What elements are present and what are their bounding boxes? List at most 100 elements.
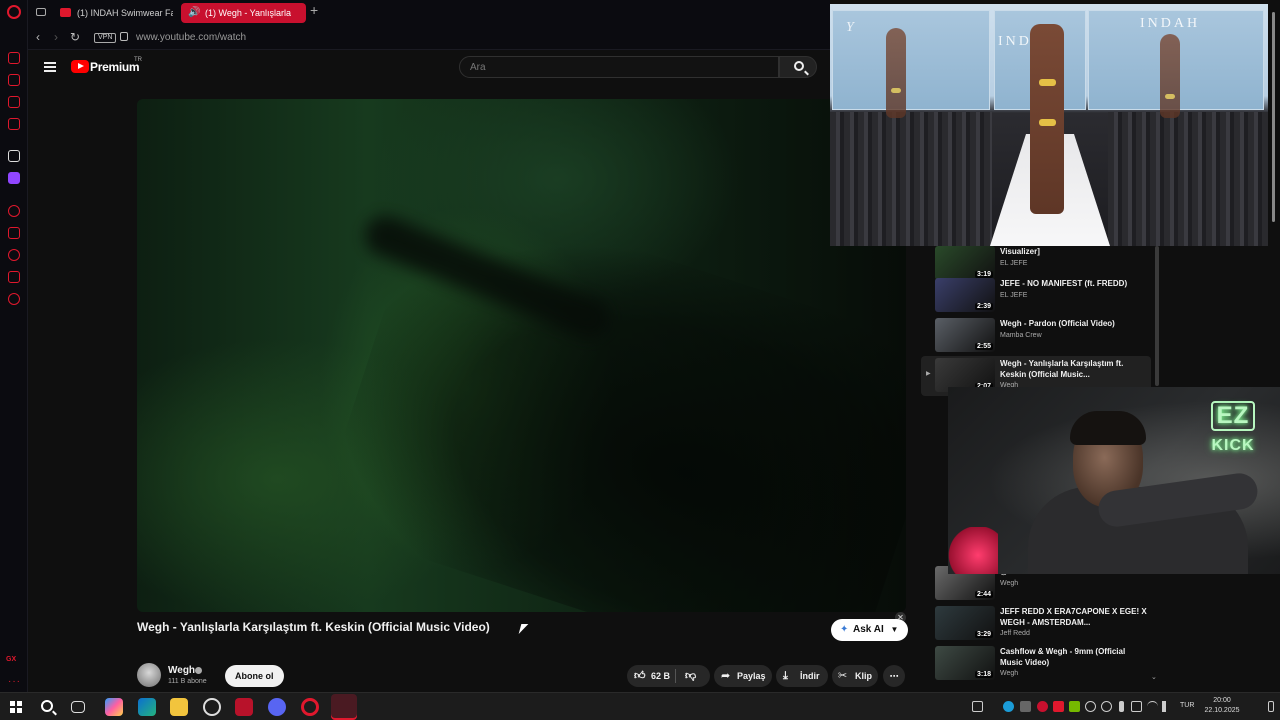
now-playing-icon: ▶ xyxy=(926,371,931,377)
recommendation-item[interactable]: 2:55 Wegh - Pardon (Official Video) Mamba … xyxy=(935,318,1155,358)
search-button[interactable] xyxy=(779,56,817,78)
recommendation-title[interactable]: JEFF REDD X ERA7CAPONE X EGE! X WEGH - A… xyxy=(1000,606,1150,628)
share-button[interactable]: ➦ Paylaş xyxy=(714,665,772,687)
channel-name[interactable]: Wegh xyxy=(168,665,195,676)
recommendation-title[interactable]: Wegh - Yanlışlarla Karşılaştım ft. Keski… xyxy=(1000,358,1150,380)
extensions-icon[interactable] xyxy=(8,271,20,283)
recommendation-thumbnail[interactable]: 2:39 xyxy=(935,278,995,312)
voicemod-icon[interactable] xyxy=(235,698,253,716)
forward-icon[interactable]: › xyxy=(54,30,58,44)
recommendation-title[interactable]: Wegh - Pardon (Official Video) xyxy=(1000,318,1150,329)
notification-icon[interactable] xyxy=(1268,701,1274,712)
task-view-icon[interactable] xyxy=(71,701,85,713)
audience-left xyxy=(830,112,992,246)
tab-indah-swimwear[interactable]: (1) INDAH Swimwear Fashi xyxy=(53,3,173,23)
recommendation-title[interactable]: JEFE - NO MANIFEST (ft. FREDD) xyxy=(1000,278,1150,289)
history-icon[interactable] xyxy=(8,249,20,261)
nvidia-icon[interactable] xyxy=(1069,701,1080,712)
video-player[interactable] xyxy=(137,99,906,612)
ask-ai-label: Ask AI xyxy=(853,624,884,635)
gx-corner-icon[interactable] xyxy=(8,96,20,108)
page-scrollbar[interactable] xyxy=(1272,12,1275,222)
windows-taskbar: TUR 20:00 22.10.2025 xyxy=(0,692,1280,720)
tab-wegh-video[interactable]: 🔊 (1) Wegh - Yanlışlarla xyxy=(181,3,306,23)
recommendation-channel[interactable]: Wegh xyxy=(1000,670,1018,677)
recommendations-scrollbar[interactable] xyxy=(1155,246,1159,386)
recommendation-thumbnail[interactable]: 3:19 xyxy=(935,246,995,280)
player-icon[interactable] xyxy=(8,205,20,217)
taskbar-search-icon[interactable] xyxy=(41,700,53,712)
opera-icon[interactable] xyxy=(301,698,319,716)
runway-video-overlay[interactable]: Y INDAH INDAH xyxy=(830,4,1268,246)
network-icon[interactable] xyxy=(1147,701,1158,712)
system-clock[interactable]: 20:00 22.10.2025 xyxy=(1196,696,1248,716)
youtube-logo-icon[interactable] xyxy=(71,60,89,73)
reload-icon[interactable]: ↻ xyxy=(70,30,80,44)
edge-icon[interactable] xyxy=(138,698,156,716)
recommendation-channel[interactable]: EL JEFE xyxy=(1000,292,1027,299)
vpn-badge[interactable]: VPN xyxy=(94,33,117,43)
app-icon[interactable] xyxy=(203,698,221,716)
channel-avatar[interactable] xyxy=(137,663,161,687)
clip-button[interactable]: ✂ Klip xyxy=(832,665,878,687)
recommendation-thumbnail[interactable]: 3:29 xyxy=(935,606,995,640)
discord-icon[interactable] xyxy=(268,698,286,716)
opera-logo-icon[interactable] xyxy=(7,5,21,19)
tray-app-icon[interactable] xyxy=(1037,701,1048,712)
tray-app-icon[interactable] xyxy=(1131,701,1142,712)
back-icon[interactable]: ‹ xyxy=(36,30,40,44)
tray-app-icon[interactable] xyxy=(1053,701,1064,712)
like-count[interactable]: 62 B xyxy=(651,665,670,687)
new-tab-button[interactable]: + xyxy=(310,2,318,18)
menu-icon[interactable] xyxy=(44,62,56,72)
windows-start-icon[interactable] xyxy=(10,701,22,713)
recommendation-item[interactable]: 2:39 JEFE - NO MANIFEST (ft. FREDD) EL JEF… xyxy=(935,278,1155,318)
opera-gx-icon[interactable] xyxy=(331,694,357,720)
clip-label: Klip xyxy=(855,671,872,681)
recommendation-thumbnail[interactable]: 2:55 xyxy=(935,318,995,352)
subscriber-count: 111 B abone xyxy=(168,678,207,685)
more-actions-button[interactable]: ⋯ xyxy=(883,665,905,687)
keyboard-icon[interactable] xyxy=(972,701,983,712)
language-indicator[interactable]: TUR xyxy=(1180,702,1194,709)
news-icon[interactable] xyxy=(8,118,20,130)
url-field[interactable]: www.youtube.com/watch xyxy=(136,32,246,43)
recommendation-item[interactable]: 3:18 Cashflow & Wegh - 9mm (Official Musi… xyxy=(935,646,1155,686)
tab-overview-icon[interactable] xyxy=(36,8,46,16)
volume-icon[interactable] xyxy=(1162,701,1173,712)
recommendation-channel[interactable]: EL JEFE xyxy=(1000,260,1027,267)
twitch-icon[interactable] xyxy=(8,172,20,184)
gx-control-icon[interactable] xyxy=(8,52,20,64)
subscribe-button[interactable]: Abone ol xyxy=(225,665,284,687)
more-options-icon[interactable]: ··· xyxy=(8,676,21,687)
recommendation-thumbnail[interactable]: 3:18 xyxy=(935,646,995,680)
pinboard-icon[interactable] xyxy=(8,227,20,239)
youtube-brand[interactable]: Premium xyxy=(90,60,140,74)
recommendation-item[interactable]: 3:29 JEFF REDD X ERA7CAPONE X EGE! X WEGH… xyxy=(935,606,1155,646)
download-button[interactable]: ⤓ İndir xyxy=(776,665,828,687)
recommendation-title[interactable]: Visualizer] xyxy=(1000,246,1150,257)
file-explorer-icon[interactable] xyxy=(170,698,188,716)
gx-cleaner-icon[interactable] xyxy=(8,74,20,86)
ask-ai-button[interactable]: ✦ Ask AI ▼ xyxy=(831,619,909,641)
chevron-down-icon[interactable]: ⌄ xyxy=(1151,673,1157,681)
tray-app-icon[interactable] xyxy=(1101,701,1112,712)
recommendation-channel[interactable]: Wegh xyxy=(1000,580,1018,587)
settings-gear-icon[interactable] xyxy=(8,293,20,305)
dislike-button[interactable]: 👎︎ xyxy=(685,665,696,687)
aria-icon[interactable] xyxy=(8,150,20,162)
tray-app-icon[interactable] xyxy=(1085,701,1096,712)
swimwear-bottom xyxy=(1165,94,1175,99)
microphone-icon[interactable] xyxy=(1119,701,1124,712)
lock-icon[interactable] xyxy=(120,32,128,41)
copilot-icon[interactable] xyxy=(105,698,123,716)
recommendation-channel[interactable]: Mamba Crew xyxy=(1000,332,1042,339)
tab-label: (1) INDAH Swimwear Fashi xyxy=(77,8,173,18)
steam-icon[interactable] xyxy=(1003,701,1014,712)
recommendation-title[interactable]: Cashflow & Wegh - 9mm (Official Music Vi… xyxy=(1000,646,1150,668)
tray-app-icon[interactable] xyxy=(1020,701,1031,712)
neon-sign-ez: EZ xyxy=(1210,401,1256,431)
like-button[interactable]: 👍︎ xyxy=(634,665,646,687)
recommendation-channel[interactable]: Jeff Redd xyxy=(1000,630,1030,637)
search-input[interactable] xyxy=(460,57,778,78)
